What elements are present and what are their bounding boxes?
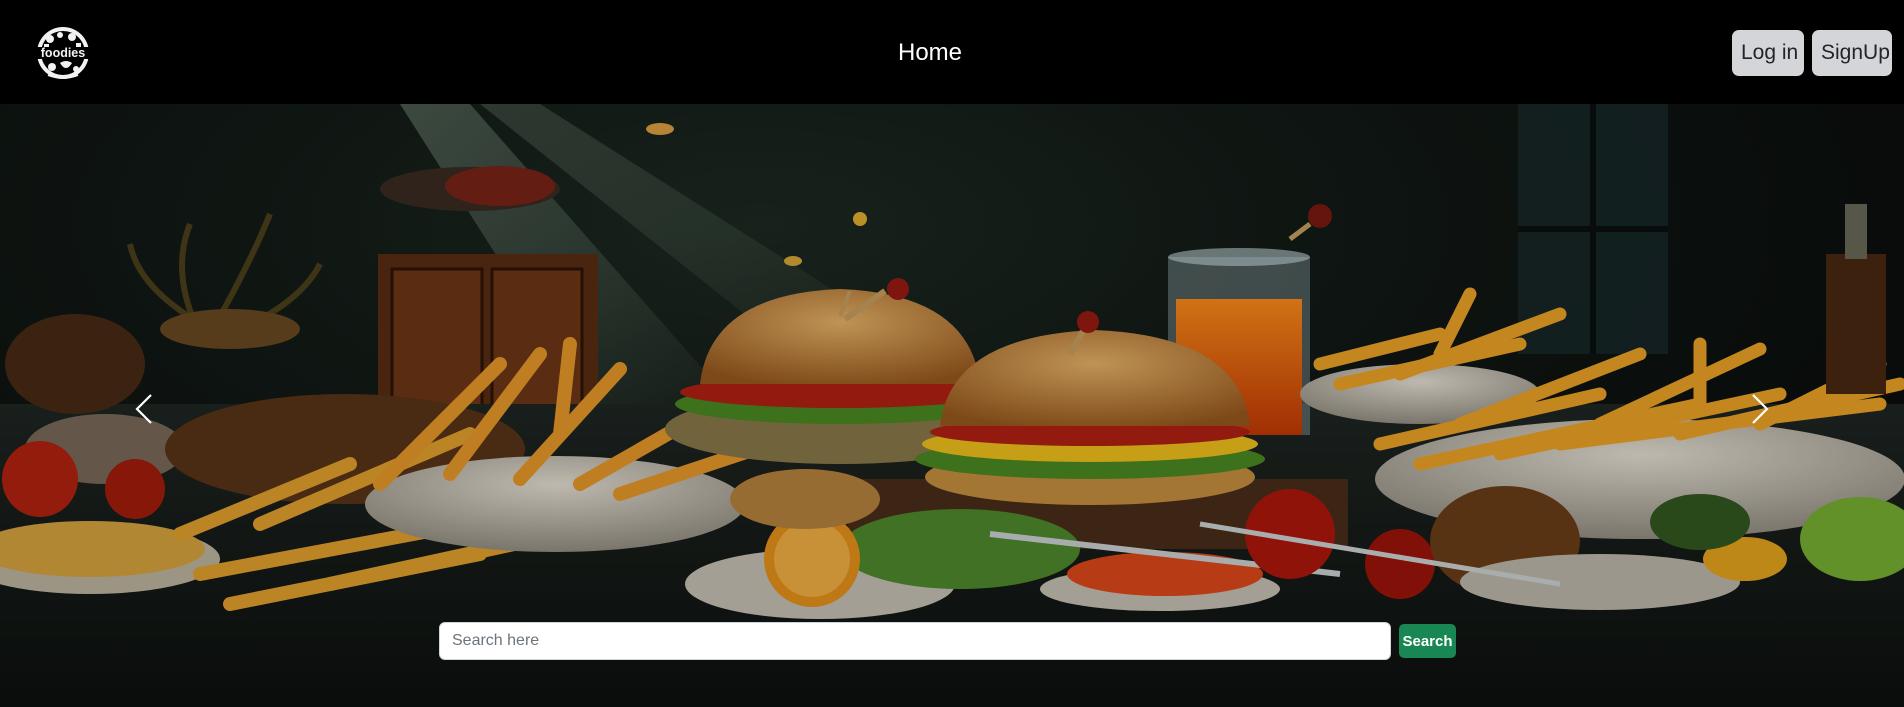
logo-wordmark: foodies — [41, 46, 85, 60]
nav-link-home[interactable]: Home — [898, 38, 962, 68]
food-spread-image — [0, 104, 1904, 707]
chevron-left-icon — [135, 394, 152, 424]
hero-carousel — [0, 104, 1904, 707]
carousel-next-button[interactable] — [1736, 380, 1784, 438]
search-input[interactable] — [439, 622, 1391, 660]
chevron-right-icon — [1752, 394, 1769, 424]
signup-button[interactable]: SignUp — [1812, 30, 1892, 76]
navbar: foodies Home Log in SignUp — [0, 0, 1904, 104]
carousel-prev-button[interactable] — [120, 380, 168, 438]
brand-logo[interactable]: foodies — [30, 25, 96, 81]
search-button[interactable]: Search — [1399, 624, 1456, 658]
logo-emblem-icon: foodies — [33, 27, 93, 79]
login-button[interactable]: Log in — [1732, 30, 1804, 76]
